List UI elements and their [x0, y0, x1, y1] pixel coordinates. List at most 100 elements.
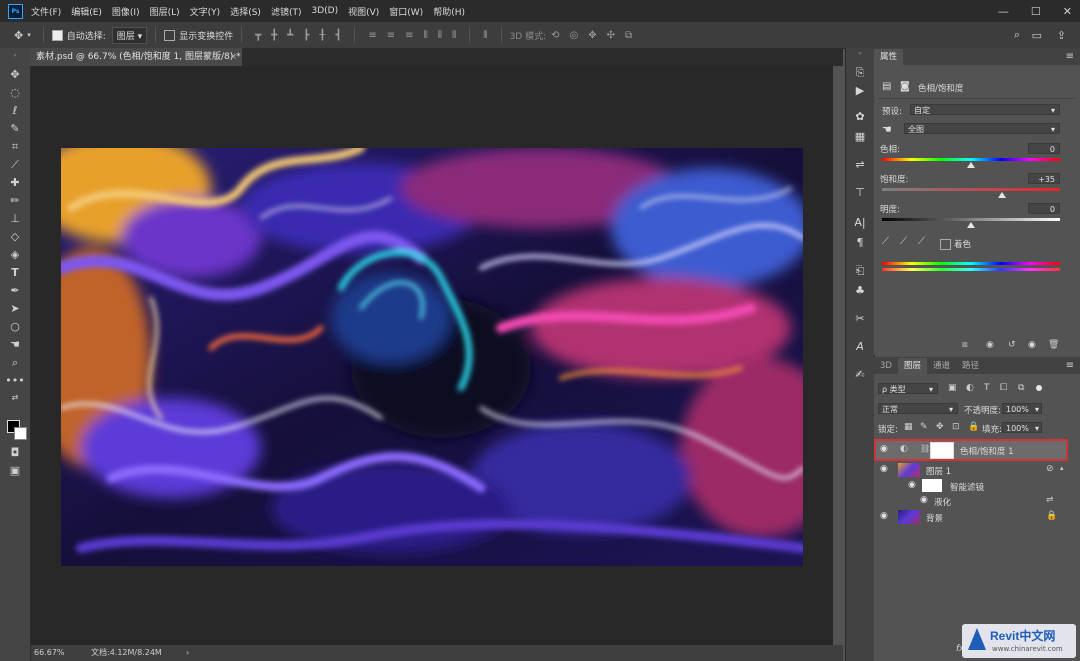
- menu-help[interactable]: 帮助(H): [433, 5, 465, 18]
- tool-presets-icon[interactable]: ✂: [846, 312, 874, 325]
- layer-mask-icon[interactable]: ◙: [900, 81, 910, 92]
- tool-preset-chevron-icon[interactable]: ▾: [27, 31, 31, 39]
- hue-value-input[interactable]: 0: [1028, 143, 1060, 154]
- tab-3d[interactable]: 3D: [874, 358, 898, 374]
- auto-select-target-dropdown[interactable]: 图层 ▾: [111, 26, 148, 44]
- distribute-vcenter-icon[interactable]: ≡: [387, 30, 395, 41]
- smart-filter-mask-thumbnail[interactable]: [922, 479, 942, 492]
- layer-row-hue-saturation[interactable]: ◉ ◐ ⛓ 色相/饱和度 1: [874, 439, 1068, 461]
- smart-filters-visibility-eye-icon[interactable]: ◉: [908, 480, 916, 490]
- swap-colors-icon[interactable]: ⇄: [0, 393, 30, 402]
- liquify-filter-label[interactable]: 液化: [934, 496, 951, 508]
- menu-layer[interactable]: 图层(L): [150, 5, 180, 18]
- layer-name[interactable]: 图层 1: [926, 465, 951, 477]
- adjustments-icon[interactable]: ⇌: [846, 158, 874, 171]
- styles-icon[interactable]: ⊤: [846, 186, 874, 199]
- menu-file[interactable]: 文件(F): [31, 5, 61, 18]
- menu-type[interactable]: 文字(Y): [190, 5, 221, 18]
- close-document-button[interactable]: ×: [229, 48, 237, 66]
- eraser-tool-icon[interactable]: ◇: [0, 230, 30, 243]
- align-right-icon[interactable]: ┫: [335, 30, 341, 41]
- eyedropper-minus-icon[interactable]: ⟋: [918, 236, 925, 247]
- screen-mode-icon[interactable]: ▣: [0, 464, 30, 477]
- clone-stamp-tool-icon[interactable]: ⊥: [0, 212, 30, 225]
- panel-menu-icon[interactable]: ≡: [1066, 51, 1074, 62]
- move-tool-icon[interactable]: ✥: [0, 68, 30, 81]
- filter-smart-object-icon[interactable]: ⧉: [1018, 383, 1024, 393]
- reset-icon[interactable]: ↺: [1008, 340, 1016, 350]
- layer-visibility-eye-icon[interactable]: ◉: [880, 464, 888, 474]
- clone-source-icon[interactable]: ♣: [846, 284, 874, 297]
- mask-link-icon[interactable]: ⛓: [920, 444, 930, 453]
- color-icon[interactable]: ✿: [846, 110, 874, 123]
- menu-3d[interactable]: 3D(D): [311, 6, 338, 16]
- tab-paths[interactable]: 路径: [956, 358, 985, 374]
- glyphs-icon[interactable]: A: [846, 340, 874, 353]
- align-left-icon[interactable]: ┣: [303, 30, 309, 41]
- menu-window[interactable]: 窗口(W): [389, 5, 423, 18]
- quick-select-tool-icon[interactable]: ✎: [0, 122, 30, 135]
- opacity-input[interactable]: 100% ▾: [1002, 403, 1042, 414]
- quick-mask-icon[interactable]: ◘: [0, 446, 30, 459]
- tab-properties[interactable]: 属性: [874, 49, 904, 65]
- swatches-icon[interactable]: ▦: [846, 130, 874, 143]
- menu-edit[interactable]: 编辑(E): [71, 5, 102, 18]
- filter-blending-options-icon[interactable]: ⇌: [1046, 495, 1054, 505]
- share-icon[interactable]: ⇪: [1057, 29, 1066, 42]
- align-hcenter-icon[interactable]: ╂: [319, 30, 325, 41]
- menu-filter[interactable]: 滤镜(T): [271, 5, 302, 18]
- layer-name[interactable]: 色相/饱和度 1: [960, 445, 1013, 457]
- canvas-artwork[interactable]: [61, 148, 803, 566]
- lasso-tool-icon[interactable]: ℓ: [0, 104, 30, 117]
- distribute-right-icon[interactable]: ⫴: [452, 30, 456, 41]
- background-color-swatch[interactable]: [14, 427, 27, 440]
- lock-transparent-icon[interactable]: ▦: [904, 422, 913, 432]
- align-top-icon[interactable]: ┳: [255, 30, 261, 41]
- preset-dropdown[interactable]: 自定 ▾: [910, 104, 1060, 115]
- brush-settings-icon[interactable]: ✍: [846, 368, 874, 381]
- minimize-button[interactable]: —: [998, 5, 1009, 18]
- hand-tool-icon[interactable]: ☚: [0, 338, 30, 351]
- layer-visibility-eye-icon[interactable]: ◉: [880, 511, 888, 521]
- layer-name[interactable]: 背景: [926, 512, 943, 524]
- menu-image[interactable]: 图像(I): [112, 5, 140, 18]
- saturation-slider-track[interactable]: [882, 188, 1060, 191]
- lightness-slider-track[interactable]: [882, 218, 1060, 221]
- healing-brush-tool-icon[interactable]: ✚: [0, 176, 30, 189]
- actions-play-icon[interactable]: ▶: [846, 84, 874, 97]
- status-menu-arrow[interactable]: ›: [186, 645, 189, 661]
- align-vcenter-icon[interactable]: ╋: [271, 30, 277, 41]
- distribute-bottom-icon[interactable]: ≡: [405, 30, 413, 41]
- layer-mask-thumbnail[interactable]: [930, 442, 954, 459]
- brushes-icon[interactable]: ⎗: [846, 264, 874, 278]
- history-icon[interactable]: ⎘: [846, 66, 874, 80]
- hue-slider-thumb[interactable]: [967, 162, 975, 168]
- view-previous-icon[interactable]: ◉: [986, 340, 994, 350]
- maximize-button[interactable]: ☐: [1031, 5, 1041, 18]
- character-icon[interactable]: A|: [846, 216, 874, 229]
- search-icon[interactable]: ⌕: [1014, 28, 1020, 42]
- close-window-button[interactable]: ✕: [1063, 5, 1072, 18]
- toggle-visibility-icon[interactable]: ◉: [1028, 340, 1036, 350]
- saturation-value-input[interactable]: +35: [1028, 173, 1060, 184]
- ellipse-tool-icon[interactable]: ○: [0, 320, 30, 333]
- clip-to-layer-icon[interactable]: ⧈: [962, 340, 968, 350]
- distribute-hcenter-icon[interactable]: ⫴: [438, 30, 442, 41]
- align-bottom-icon[interactable]: ┻: [287, 30, 293, 41]
- scale-3d-icon[interactable]: ⧉: [625, 30, 632, 41]
- channel-dropdown[interactable]: 全图 ▾: [904, 123, 1060, 134]
- lock-artboard-icon[interactable]: ⊡: [952, 422, 960, 432]
- colorize-checkbox[interactable]: [940, 239, 951, 250]
- lock-pixels-icon[interactable]: ✎: [920, 422, 928, 432]
- lock-position-icon[interactable]: ✥: [936, 422, 944, 432]
- eyedropper-plus-icon[interactable]: ⟋: [900, 236, 907, 247]
- distribute-top-icon[interactable]: ≡: [368, 30, 376, 41]
- tab-layers[interactable]: 图层: [897, 358, 927, 374]
- toolbar-collapse-icon[interactable]: »: [0, 52, 30, 59]
- menu-view[interactable]: 视图(V): [348, 5, 379, 18]
- delete-icon[interactable]: 🗑: [1048, 340, 1059, 350]
- collapse-icon[interactable]: «: [846, 50, 874, 57]
- saturation-slider-thumb[interactable]: [998, 192, 1007, 198]
- layers-panel-menu-icon[interactable]: ≡: [1066, 360, 1074, 371]
- lock-all-icon[interactable]: 🔒: [968, 422, 979, 432]
